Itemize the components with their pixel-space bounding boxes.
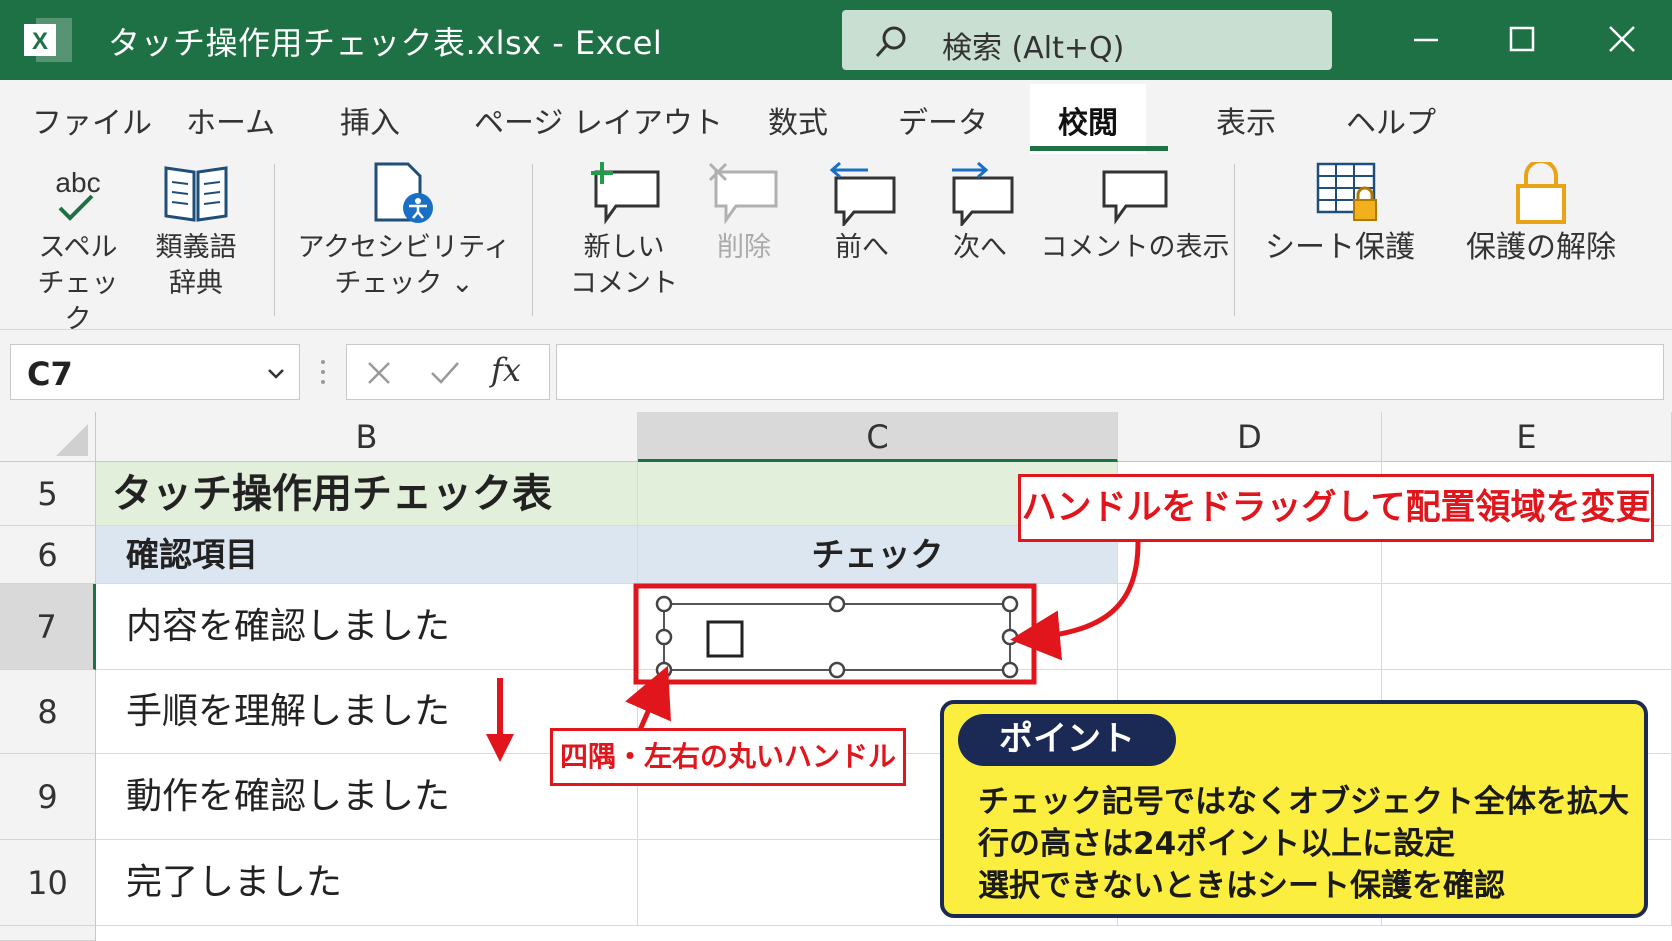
cell-b5-title[interactable]: タッチ操作用チェック表 (96, 462, 638, 526)
active-tab-underline (1030, 146, 1168, 151)
accessibility-label: アクセシビリティ チェック ⌄ (297, 232, 511, 299)
window-title: タッチ操作用チェック表.xlsx - Excel (108, 24, 663, 62)
ribbon-separator (532, 164, 533, 316)
minimize-icon[interactable] (1396, 12, 1456, 68)
enter-check-icon[interactable] (429, 359, 461, 387)
cancel-icon[interactable] (365, 359, 393, 387)
tab-page-layout[interactable]: ページ レイアウト (474, 98, 723, 142)
tab-review[interactable]: 校閲 (1030, 84, 1146, 154)
spelling-check-icon: abc (55, 167, 101, 221)
name-box-value: C7 (27, 355, 73, 393)
name-box[interactable]: C7 (10, 344, 300, 400)
cell-b6-header[interactable]: 確認項目 (96, 526, 638, 584)
corner-handles-callout: 四隅・左右の丸いハンドル (550, 728, 906, 786)
tab-home[interactable]: ホーム (186, 98, 275, 142)
previous-comment-button[interactable]: 前へ (812, 161, 912, 266)
ribbon: abc スペル チェック 類義語 辞典 アクセシビリティ チェック ⌄ 新しい … (0, 154, 1672, 335)
formula-buttons: fx (346, 344, 550, 400)
cell-d7[interactable] (1118, 584, 1382, 670)
select-all-button[interactable] (0, 412, 96, 462)
ribbon-separator (1234, 164, 1235, 316)
column-header-e[interactable]: E (1382, 412, 1672, 462)
svg-text:abc: abc (55, 167, 100, 198)
cell-b7[interactable]: 内容を確認しました (96, 584, 638, 670)
title-bar: X タッチ操作用チェック表.xlsx - Excel 検索 (Alt+Q) (0, 0, 1672, 80)
select-all-triangle-icon (56, 424, 88, 456)
unprotect-label: 保護の解除 (1466, 230, 1616, 265)
cell-c7[interactable] (638, 584, 1118, 670)
protect-sheet-label: シート保護 (1265, 230, 1415, 265)
point-line-1: チェック記号ではなくオブジェクト全体を拡大 (978, 784, 1629, 820)
search-placeholder: 検索 (Alt+Q) (942, 31, 1125, 66)
thesaurus-label: 類義語 辞典 (155, 232, 237, 299)
search-box[interactable]: 検索 (Alt+Q) (842, 10, 1332, 70)
next-comment-button[interactable]: 次へ (930, 161, 1030, 266)
next-comment-icon (952, 161, 1014, 229)
show-comments-label: コメントの表示 (1040, 232, 1230, 263)
delete-comment-icon (708, 162, 778, 225)
row-header-5[interactable]: 5 (0, 462, 96, 526)
previous-comment-label: 前へ (835, 232, 889, 263)
handle-drag-callout: ハンドルをドラッグして配置領域を変更 (1018, 474, 1654, 542)
tab-view[interactable]: 表示 (1216, 98, 1276, 142)
accessibility-icon (374, 162, 433, 223)
cell-b10[interactable]: 完了しました (96, 840, 638, 926)
search-icon (875, 26, 906, 58)
delete-comment-label: 削除 (717, 232, 771, 263)
column-header-c[interactable]: C (638, 412, 1118, 462)
new-comment-icon (591, 162, 660, 225)
unlock-icon (1516, 159, 1566, 224)
maximize-icon[interactable] (1492, 12, 1552, 68)
protect-sheet-icon (1316, 162, 1377, 221)
next-comment-label: 次へ (953, 232, 1007, 263)
tab-data[interactable]: データ (898, 98, 988, 142)
ribbon-tabs: ファイル ホーム 挿入 ページ レイアウト 数式 データ 校閲 表示 ヘルプ (0, 80, 1672, 154)
formula-bar-area: C7 fx (0, 330, 1672, 412)
tab-help[interactable]: ヘルプ (1346, 98, 1436, 142)
row-header-6[interactable]: 6 (0, 526, 96, 584)
resize-handle-icon[interactable] (318, 354, 328, 390)
spelling-label: スペル チェック (37, 232, 119, 335)
column-header-b[interactable]: B (96, 412, 638, 462)
tab-insert[interactable]: 挿入 (340, 98, 400, 142)
spelling-button[interactable]: abc スペル チェック (26, 162, 130, 338)
thesaurus-book-icon (164, 166, 228, 222)
new-comment-label: 新しい コメント (570, 232, 678, 299)
previous-comment-icon (829, 161, 896, 229)
excel-logo-letter: X (32, 28, 48, 55)
point-line-3: 選択できないときはシート保護を確認 (978, 868, 1505, 904)
cell-e7[interactable] (1382, 584, 1672, 670)
tab-formulas[interactable]: 数式 (768, 98, 828, 142)
accessibility-check-button[interactable]: アクセシビリティ チェック ⌄ (296, 162, 512, 302)
insert-function-button[interactable]: fx (491, 351, 521, 389)
point-line-2: 行の高さは24ポイント以上に設定 (978, 826, 1456, 862)
row-header-10[interactable]: 10 (0, 840, 96, 926)
row-header-11[interactable] (0, 926, 96, 941)
ribbon-separator (274, 164, 275, 316)
protect-sheet-button[interactable]: シート保護 (1256, 162, 1424, 266)
row-header-8[interactable]: 8 (0, 670, 96, 754)
new-comment-button[interactable]: 新しい コメント (566, 162, 682, 302)
unprotect-button[interactable]: 保護の解除 (1446, 159, 1636, 266)
point-box: ポイント チェック記号ではなくオブジェクト全体を拡大 行の高さは24ポイント以上… (940, 700, 1648, 918)
row-header-7[interactable]: 7 (0, 584, 96, 670)
show-comments-button[interactable]: コメントの表示 (1040, 162, 1230, 266)
tab-file[interactable]: ファイル (32, 98, 152, 142)
row-header-9[interactable]: 9 (0, 754, 96, 840)
show-comments-icon (1102, 170, 1168, 225)
close-icon[interactable] (1592, 12, 1652, 68)
column-header-d[interactable]: D (1118, 412, 1382, 462)
thesaurus-button[interactable]: 類義語 辞典 (144, 162, 248, 302)
excel-logo-icon: X (24, 18, 72, 62)
delete-comment-button[interactable]: 削除 (694, 162, 794, 266)
chevron-down-icon[interactable] (265, 363, 287, 385)
point-title: ポイント (958, 714, 1176, 766)
formula-input[interactable] (556, 344, 1664, 400)
